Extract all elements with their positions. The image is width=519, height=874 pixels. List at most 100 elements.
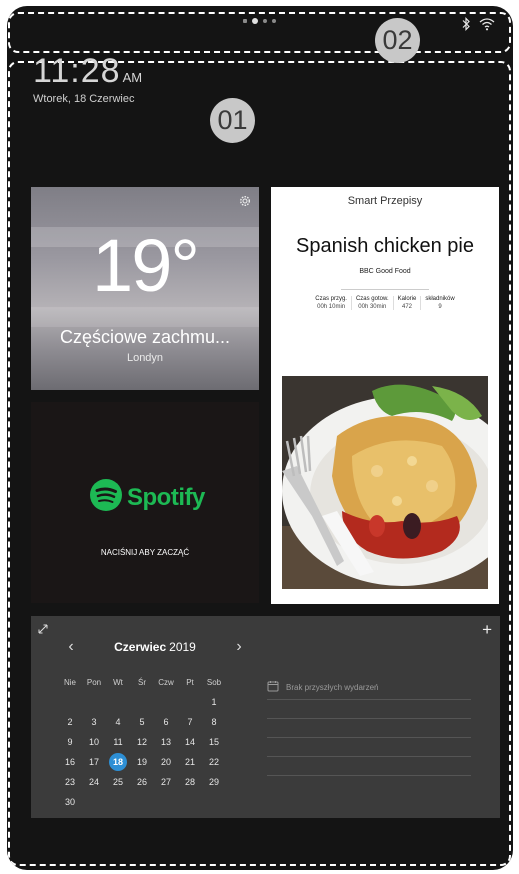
recipe-widget-header: Smart Przepisy [347, 195, 423, 207]
page-dot[interactable] [263, 19, 267, 23]
calendar-day[interactable]: 7 [178, 717, 202, 727]
recipe-stat: Czas przyg. 00h 10min [311, 296, 352, 310]
calendar-day[interactable]: 2 [58, 717, 82, 727]
calendar-day-number: 3 [91, 717, 97, 727]
calendar-day-number: 26 [136, 777, 147, 787]
calendar-day[interactable]: 25 [106, 777, 130, 787]
cloud-texture [31, 307, 259, 327]
event-slot-divider [267, 775, 471, 776]
calendar-day[interactable]: 16 [58, 757, 82, 767]
calendar-day[interactable]: 21 [178, 757, 202, 767]
weekday-label: Śr [138, 677, 146, 687]
weekday-label: Pon [86, 677, 102, 687]
calendar-day[interactable]: 9 [58, 737, 82, 747]
calendar-day[interactable]: 23 [58, 777, 82, 787]
calendar-day-number: 19 [136, 757, 147, 767]
calendar-day[interactable]: 28 [178, 777, 202, 787]
calendar-day-today[interactable]: 18 [106, 753, 130, 771]
calendar-day[interactable]: 27 [154, 777, 178, 787]
recipe-source: BBC Good Food [359, 268, 411, 275]
calendar-day[interactable]: 3 [82, 717, 106, 727]
recipe-stat-label: Czas przyg. [315, 296, 347, 302]
recipe-title: Spanish chicken pie [296, 235, 474, 257]
calendar-day[interactable]: 6 [154, 717, 178, 727]
calendar-day[interactable]: 8 [202, 717, 226, 727]
calendar-day-number: 21 [184, 757, 195, 767]
calendar-icon [267, 680, 279, 694]
calendar-day[interactable]: 15 [202, 737, 226, 747]
add-event-icon[interactable]: + [482, 620, 492, 640]
clock-widget[interactable]: 11:28 AM Wtorek, 18 Czerwiec [33, 52, 142, 105]
weekday-label: Wt [113, 677, 123, 687]
expand-icon[interactable] [38, 624, 48, 637]
calendar-day-number: 15 [208, 737, 219, 747]
no-events-text: Brak przyszłych wydarzeń [286, 682, 379, 692]
calendar-week-row: 16 17 18 19 20 21 22 [58, 752, 226, 772]
event-slot-divider [267, 756, 471, 757]
calendar-day[interactable]: 1 [202, 697, 226, 707]
calendar-day-number: 24 [88, 777, 99, 787]
wifi-icon [479, 17, 495, 36]
weekday-label: Nie [63, 677, 76, 687]
bluetooth-icon [461, 17, 471, 36]
calendar-grid: Nie Pon Wt Śr Czw Pt Sob 1 2 3 4 5 6 7 8 9 10 11 12… [58, 672, 226, 812]
weather-widget[interactable]: 19° Częściowe zachmu... Londyn [31, 187, 259, 390]
calendar-day[interactable]: 14 [178, 737, 202, 747]
calendar-week-row: 23 24 25 26 27 28 29 [58, 772, 226, 792]
device-screen: 02 11:28 AM Wtorek, 18 Czerwiec 01 19° Cz… [7, 6, 513, 870]
calendar-day[interactable]: 4 [106, 717, 130, 727]
page-dot-active[interactable] [252, 18, 258, 24]
page-indicator[interactable] [243, 18, 276, 24]
calendar-day[interactable]: 10 [82, 737, 106, 747]
page-dot[interactable] [243, 19, 247, 23]
no-events-row: Brak przyszłych wydarzeń [267, 680, 471, 700]
calendar-day[interactable]: 26 [130, 777, 154, 787]
calendar-week-row: 9 10 11 12 13 14 15 [58, 732, 226, 752]
callout-badge-status-bar: 02 [375, 18, 420, 63]
spotify-wordmark: Spotify [127, 483, 205, 511]
recipe-widget[interactable]: Smart Przepisy Spanish chicken pie BBC G… [271, 187, 499, 604]
calendar-day[interactable]: 20 [154, 757, 178, 767]
weekday-label: Sob [206, 677, 222, 687]
calendar-day-number: 16 [64, 757, 75, 767]
calendar-day-number: 1 [211, 697, 217, 707]
calendar-day[interactable]: 29 [202, 777, 226, 787]
recipe-stat: Kalorie 472 [394, 296, 422, 310]
status-icons [461, 17, 495, 36]
chevron-left-icon[interactable]: ‹ [61, 638, 81, 656]
gear-icon[interactable] [239, 195, 251, 210]
calendar-day-number: 5 [139, 717, 145, 727]
calendar-day[interactable]: 19 [130, 757, 154, 767]
calendar-day-number: 9 [67, 737, 73, 747]
recipe-stat-value: 00h 10min [317, 304, 346, 310]
page-dot[interactable] [272, 19, 276, 23]
weekday-label: Pt [186, 677, 194, 687]
calendar-day-number: 11 [113, 737, 123, 747]
recipe-stat-value: 00h 30min [358, 304, 387, 310]
recipe-stat-label: składników [425, 296, 455, 302]
calendar-day[interactable]: 22 [202, 757, 226, 767]
calendar-day-number: 27 [160, 777, 171, 787]
recipe-stat-label: Kalorie [397, 296, 417, 302]
calendar-day-number: 13 [160, 737, 171, 747]
month-name: Czerwiec [114, 640, 167, 654]
calendar-day[interactable]: 12 [130, 737, 154, 747]
calendar-day[interactable]: 17 [82, 757, 106, 767]
calendar-day-number: 29 [208, 777, 219, 787]
calendar-widget[interactable]: + ‹ Czerwiec 2019 › Nie Pon Wt Śr Czw Pt … [31, 616, 500, 818]
calendar-day[interactable]: 30 [58, 797, 82, 807]
recipe-photo [282, 376, 488, 589]
clock-time: 11:28 [33, 52, 121, 90]
calendar-day[interactable]: 24 [82, 777, 106, 787]
calendar-day[interactable]: 11 [106, 737, 130, 747]
calendar-day[interactable]: 5 [130, 717, 154, 727]
event-slot-divider [267, 718, 471, 719]
event-slot-divider [267, 737, 471, 738]
chevron-right-icon[interactable]: › [229, 638, 249, 656]
calendar-day-number: 4 [115, 717, 121, 727]
month-label: Czerwiec 2019 [114, 640, 196, 654]
calendar-day[interactable]: 13 [154, 737, 178, 747]
month-navigation: ‹ Czerwiec 2019 › [61, 638, 249, 656]
calendar-day-number: 17 [88, 757, 99, 767]
spotify-widget[interactable]: Spotify NACIŚNIJ ABY ZACZĄĆ [31, 402, 259, 603]
